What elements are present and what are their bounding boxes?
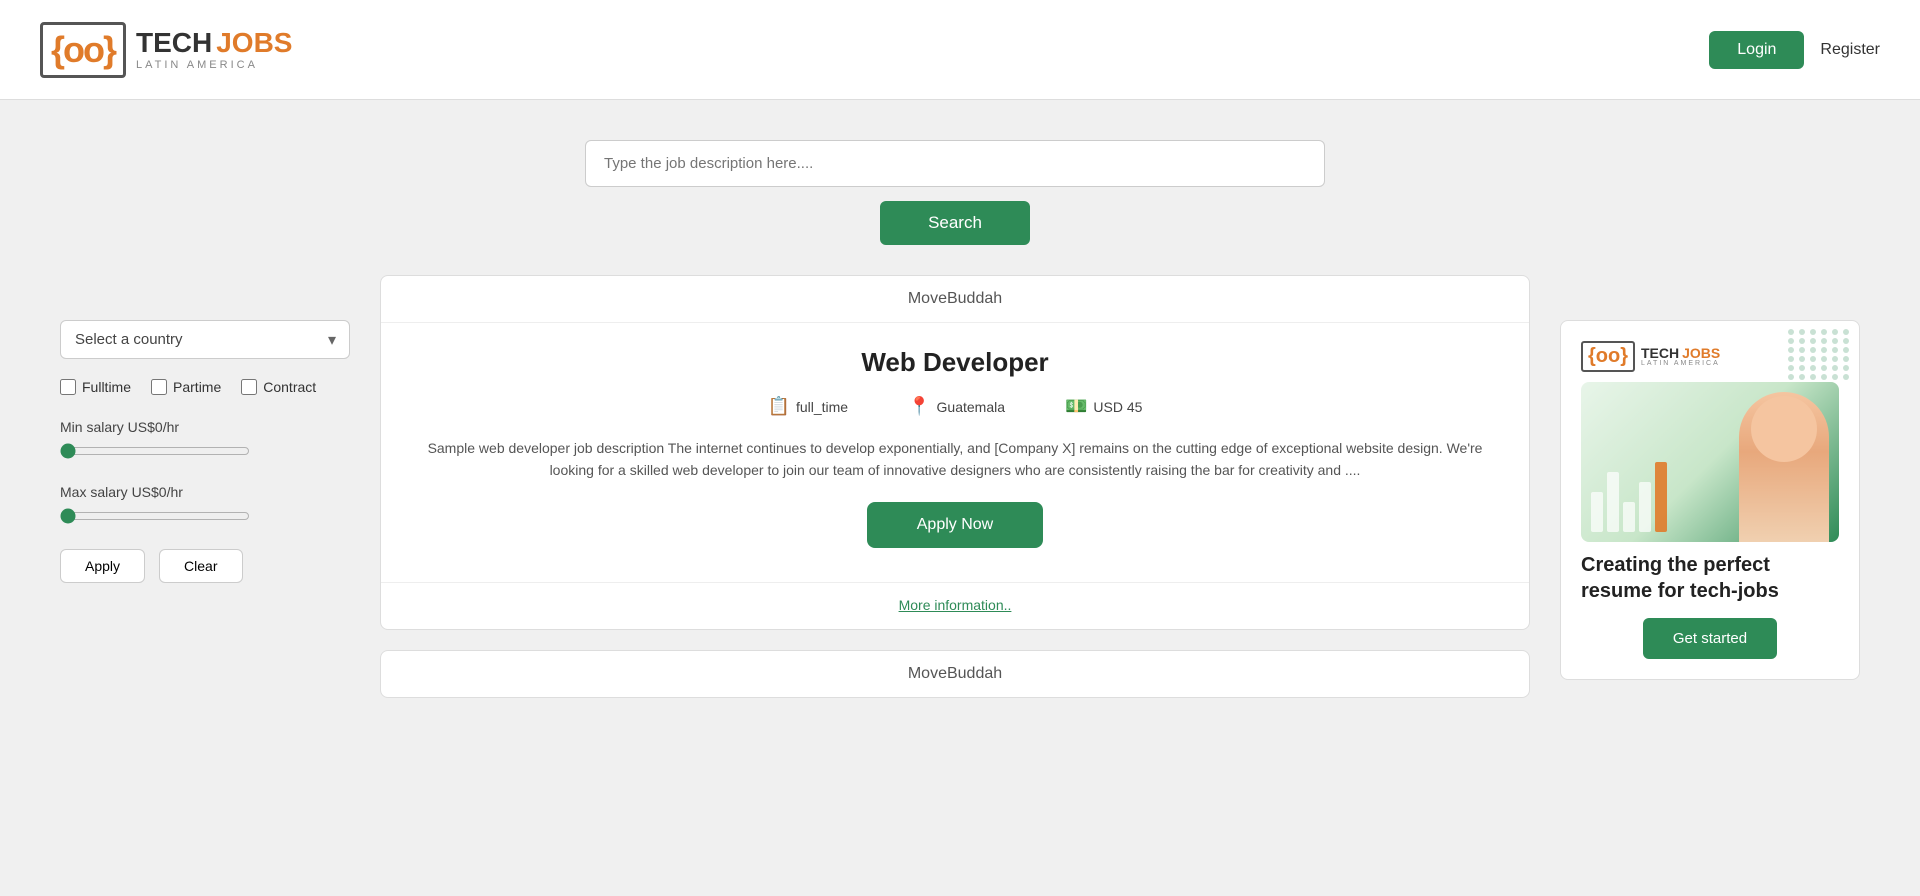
person-head (1751, 396, 1817, 462)
logo-text: TECH JOBS LATIN AMERICA (136, 28, 292, 71)
header: {oo} TECH JOBS LATIN AMERICA Login Regis… (0, 0, 1920, 100)
job-card: MoveBuddah Web Developer 📋 full_time 📍 G… (380, 275, 1530, 630)
job-card-second-company: MoveBuddah (381, 651, 1529, 697)
job-type-filters: Fulltime Partime Contract (60, 379, 350, 395)
job-card-company: MoveBuddah (381, 276, 1529, 323)
fulltime-label: Fulltime (82, 379, 131, 395)
more-info: More information.. (381, 582, 1529, 629)
center-content: Search MoveBuddah Web Developer 📋 full_t… (380, 140, 1530, 698)
min-salary-label: Min salary US$0/hr (60, 419, 350, 435)
location-icon: 📍 (908, 396, 930, 417)
fulltime-checkbox[interactable] (60, 379, 76, 395)
ad-logo-text: TECH JOBS LATIN AMERICA (1641, 346, 1720, 367)
ad-logo-latin: LATIN AMERICA (1641, 360, 1720, 367)
contract-checkbox[interactable] (241, 379, 257, 395)
contract-label: Contract (263, 379, 316, 395)
max-salary-wrapper: Max salary US$0/hr (60, 484, 350, 529)
partime-filter[interactable]: Partime (151, 379, 221, 395)
logo: {oo} TECH JOBS LATIN AMERICA (40, 22, 292, 78)
ad-card: {oo} TECH JOBS LATIN AMERICA (1560, 320, 1860, 680)
partime-checkbox[interactable] (151, 379, 167, 395)
country-select[interactable]: Select a country Mexico Guatemala Colomb… (60, 320, 350, 359)
clear-filter-button[interactable]: Clear (159, 549, 242, 583)
fulltime-filter[interactable]: Fulltime (60, 379, 131, 395)
ad-logo-icon: {oo} (1581, 341, 1635, 372)
main-wrapper: Select a country Mexico Guatemala Colomb… (0, 100, 1920, 738)
ad-logo-area: {oo} TECH JOBS LATIN AMERICA (1581, 341, 1839, 372)
search-area: Search (380, 140, 1530, 245)
country-select-wrapper: Select a country Mexico Guatemala Colomb… (60, 320, 350, 359)
bar-chart (1591, 462, 1667, 532)
register-button[interactable]: Register (1820, 41, 1880, 59)
search-input[interactable] (585, 140, 1325, 187)
second-company-name: MoveBuddah (908, 665, 1002, 682)
job-title: Web Developer (411, 347, 1499, 378)
job-card-body: Web Developer 📋 full_time 📍 Guatemala 💵 … (381, 323, 1529, 582)
header-nav: Login Register (1709, 31, 1880, 69)
min-salary-wrapper: Min salary US$0/hr (60, 419, 350, 464)
job-type-meta: 📋 full_time (768, 396, 849, 417)
logo-icon: {oo} (40, 22, 126, 78)
left-sidebar: Select a country Mexico Guatemala Colomb… (60, 140, 350, 698)
job-card-second: MoveBuddah (380, 650, 1530, 698)
salary-icon: 💵 (1065, 396, 1087, 417)
ad-headline: Creating the perfect resume for tech-job… (1581, 552, 1839, 604)
logo-jobs: JOBS (216, 28, 292, 59)
contract-filter[interactable]: Contract (241, 379, 316, 395)
search-button[interactable]: Search (880, 201, 1030, 245)
filter-buttons: Apply Clear (60, 549, 350, 583)
apply-now-button[interactable]: Apply Now (867, 502, 1043, 548)
partime-label: Partime (173, 379, 221, 395)
job-location-meta: 📍 Guatemala (908, 396, 1005, 417)
job-meta: 📋 full_time 📍 Guatemala 💵 USD 45 (411, 396, 1499, 417)
decorative-dots (1788, 329, 1851, 380)
job-type: full_time (796, 399, 848, 415)
logo-tech: TECH (136, 28, 212, 59)
max-salary-label: Max salary US$0/hr (60, 484, 350, 500)
briefcase-icon: 📋 (768, 396, 790, 417)
ad-logo-tech: TECH (1641, 346, 1679, 360)
job-location: Guatemala (937, 399, 1005, 415)
ad-logo-jobs: JOBS (1682, 346, 1720, 360)
company-name: MoveBuddah (908, 290, 1002, 307)
get-started-button[interactable]: Get started (1643, 618, 1777, 659)
min-salary-slider[interactable] (60, 443, 250, 459)
job-salary-meta: 💵 USD 45 (1065, 396, 1142, 417)
job-description: Sample web developer job description The… (411, 437, 1499, 482)
job-salary: USD 45 (1093, 399, 1142, 415)
apply-filter-button[interactable]: Apply (60, 549, 145, 583)
more-info-link[interactable]: More information.. (899, 597, 1012, 613)
ad-illustration (1581, 382, 1839, 542)
max-salary-slider[interactable] (60, 508, 250, 524)
login-button[interactable]: Login (1709, 31, 1804, 69)
logo-latin: LATIN AMERICA (136, 59, 292, 71)
right-sidebar: {oo} TECH JOBS LATIN AMERICA (1560, 140, 1860, 698)
